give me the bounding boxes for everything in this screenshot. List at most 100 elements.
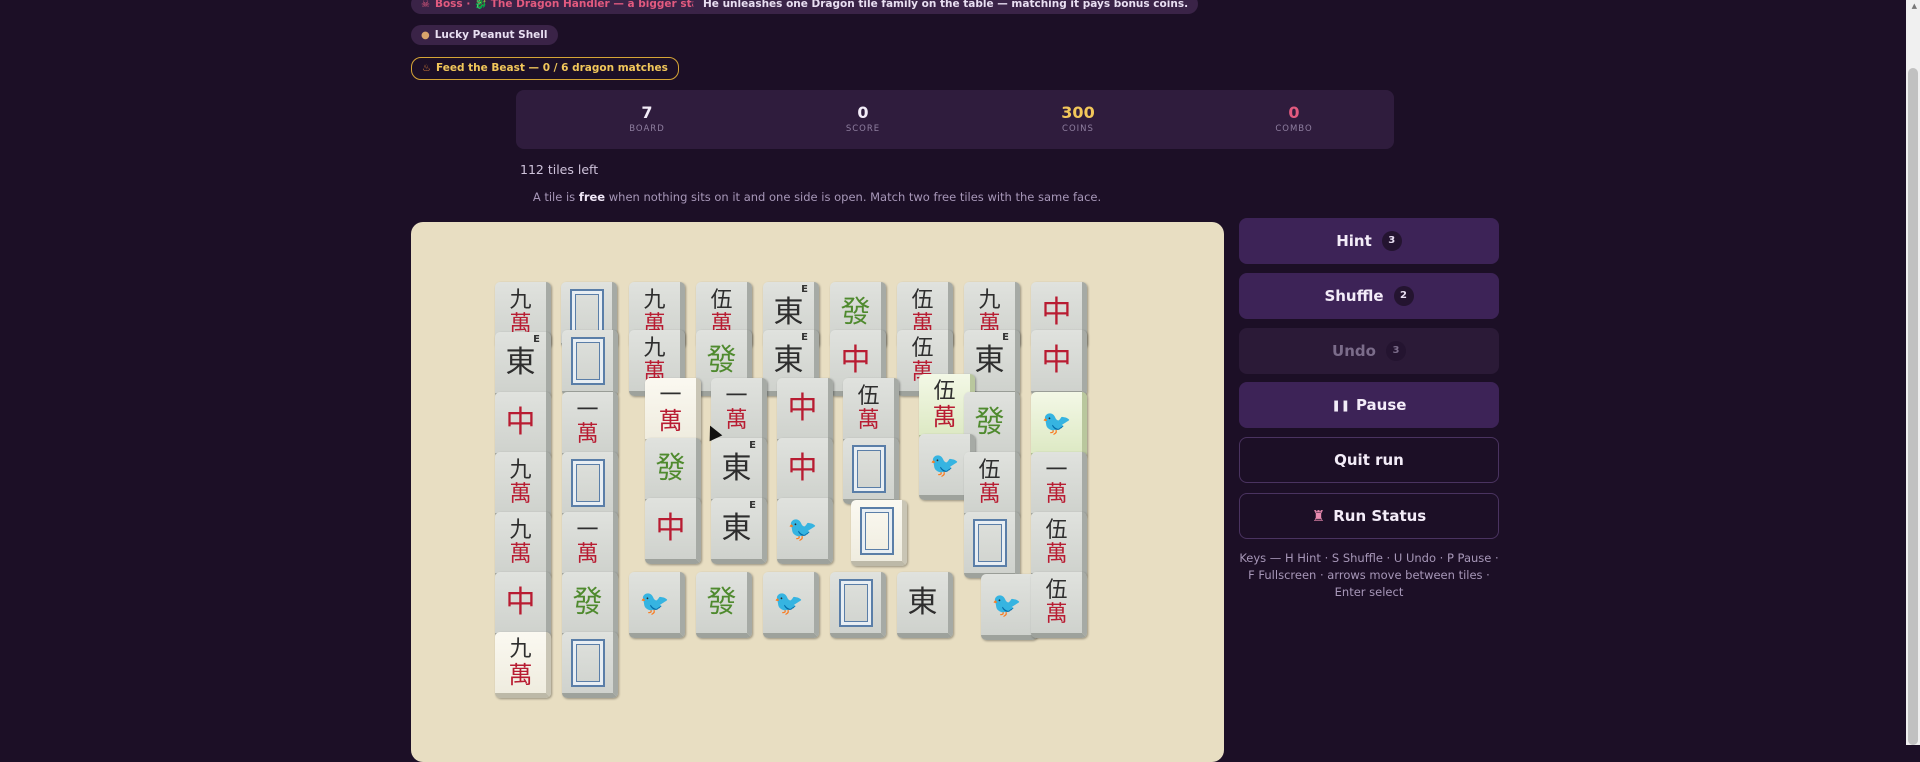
tile-glyph: 發: [706, 584, 737, 620]
stats-bar: 7 BOARD 0 SCORE 300 COINS 0 COMBO: [516, 90, 1394, 149]
mahjong-tile[interactable]: 九萬: [495, 512, 551, 578]
mahjong-tile[interactable]: 🐦: [981, 574, 1037, 640]
pause-icon: ❚❚: [1331, 398, 1350, 412]
skull-icon: ☠: [421, 0, 430, 10]
mahjong-tile[interactable]: [562, 452, 618, 518]
tile-number: 九: [643, 335, 666, 361]
white-dragon-icon: [859, 506, 894, 555]
pause-button[interactable]: ❚❚ Pause: [1239, 382, 1499, 428]
tile-glyph: 中: [505, 404, 536, 440]
mahjong-tile[interactable]: 一萬: [562, 512, 618, 578]
tile-glyph: 中: [1041, 342, 1072, 378]
mahjong-tile[interactable]: 伍萬: [843, 378, 899, 444]
tile-wind-letter: E: [1002, 332, 1009, 343]
mahjong-tile[interactable]: 發: [562, 572, 618, 638]
tile-number: 一: [576, 517, 599, 543]
quit-label: Quit run: [1334, 451, 1404, 469]
tile-glyph: 發: [840, 294, 871, 330]
run-status-button[interactable]: ♜ Run Status: [1239, 493, 1499, 539]
mahjong-tile[interactable]: [830, 572, 886, 638]
mahjong-tile[interactable]: 中: [777, 438, 833, 504]
rules-tip: A tile is free when nothing sits on it a…: [0, 190, 1634, 204]
mahjong-tile[interactable]: [843, 438, 899, 504]
tile-wind-letter: E: [801, 284, 808, 295]
scrollbar-track[interactable]: ▲: [1906, 0, 1920, 745]
tile-suit: 萬: [1045, 481, 1068, 507]
tile-suit: 萬: [1045, 601, 1068, 627]
white-dragon-icon: [570, 458, 605, 507]
undo-count-badge: 3: [1385, 341, 1406, 361]
tile-glyph: 東: [721, 450, 752, 486]
mahjong-tile[interactable]: 🐦: [1031, 392, 1087, 458]
mahjong-tile[interactable]: 東: [897, 572, 953, 638]
tile-number: 一: [576, 397, 599, 423]
mahjong-tile[interactable]: 九萬: [495, 452, 551, 518]
mahjong-tile[interactable]: 🐦: [777, 498, 833, 564]
tile-number: 九: [643, 287, 666, 313]
mahjong-tile[interactable]: 九萬: [495, 632, 551, 698]
combo-label: COMBO: [1275, 124, 1313, 134]
tile-glyph: 東: [505, 344, 536, 380]
mahjong-tile[interactable]: 發: [645, 438, 701, 504]
board-label: BOARD: [629, 124, 665, 134]
mahjong-tile[interactable]: 東E: [495, 332, 551, 398]
boss-pill: ☠ Boss · 🐉 The Dragon Handler — a bigger …: [411, 0, 722, 14]
mahjong-tile[interactable]: 一萬: [1031, 452, 1087, 518]
mahjong-tile[interactable]: 伍萬: [964, 452, 1020, 518]
tile-number: 伍: [857, 383, 880, 409]
tile-suit: 萬: [508, 660, 533, 689]
tile-glyph: 發: [572, 584, 603, 620]
mahjong-tile[interactable]: 中: [495, 392, 551, 458]
scrollbar-thumb[interactable]: [1908, 68, 1918, 745]
tile-number: 九: [509, 517, 532, 543]
tip-pre: A tile is: [532, 190, 579, 204]
tile-number: 伍: [710, 287, 733, 313]
tile-suit: 萬: [576, 421, 599, 447]
mahjong-tile[interactable]: [964, 512, 1020, 578]
tile-wind-letter: E: [533, 334, 540, 345]
tip-post: when nothing sits on it and one side is …: [605, 190, 1102, 204]
mahjong-tile[interactable]: 🐦: [629, 572, 685, 638]
mahjong-tile[interactable]: 一萬: [562, 392, 618, 458]
mahjong-tile[interactable]: 東E: [711, 498, 767, 564]
mahjong-tile[interactable]: 中: [495, 572, 551, 638]
mahjong-tile[interactable]: 一萬: [645, 378, 701, 444]
mahjong-tile[interactable]: 伍萬: [1031, 512, 1087, 578]
undo-button[interactable]: Undo 3: [1239, 328, 1499, 374]
mahjong-tile[interactable]: [851, 500, 907, 566]
tile-glyph: 中: [840, 342, 871, 378]
mahjong-tile[interactable]: [562, 632, 618, 698]
shuffle-button[interactable]: Shuffle 2: [1239, 273, 1499, 319]
quit-run-button[interactable]: Quit run: [1239, 437, 1499, 483]
mahjong-tile[interactable]: 中: [645, 498, 701, 564]
mahjong-tile[interactable]: 發: [696, 572, 752, 638]
undo-label: Undo: [1332, 342, 1376, 360]
bamboo-bird-icon: 🐦: [1041, 408, 1072, 437]
mahjong-tile[interactable]: 🐦: [763, 572, 819, 638]
boss-description-pill: He unleashes one Dragon tile family on t…: [693, 0, 1199, 14]
boss-description: He unleashes one Dragon tile family on t…: [703, 0, 1189, 10]
peanut-icon: ●: [421, 30, 430, 41]
hint-button[interactable]: Hint 3: [1239, 218, 1499, 264]
keyboard-help: Keys — H Hint · S Shuffle · U Undo · P P…: [1239, 551, 1499, 599]
white-dragon-icon: [972, 518, 1007, 567]
scroll-up-icon[interactable]: ▲: [1912, 2, 1917, 10]
pause-label: Pause: [1355, 396, 1407, 414]
mahjong-tile[interactable]: 伍萬: [1031, 572, 1087, 638]
tile-wind-letter: E: [801, 332, 808, 343]
tile-wind-letter: E: [749, 440, 756, 451]
white-dragon-icon: [838, 578, 873, 627]
tile-number: 伍: [911, 335, 934, 361]
mahjong-tile[interactable]: 中: [777, 378, 833, 444]
mahjong-tile[interactable]: 東E: [711, 438, 767, 504]
castle-icon: ♜: [1311, 507, 1326, 525]
tile-glyph: 中: [1041, 294, 1072, 330]
tile-glyph: 東: [907, 584, 938, 620]
mahjong-tile[interactable]: [562, 330, 618, 396]
mahjong-tile[interactable]: 中: [1031, 330, 1087, 396]
tile-number: 一: [659, 382, 682, 408]
bamboo-bird-icon: 🐦: [639, 588, 670, 617]
tile-number: 九: [509, 287, 532, 313]
quest-text: Feed the Beast — 0 / 6 dragon matches: [435, 62, 668, 74]
score-label: SCORE: [845, 124, 881, 134]
